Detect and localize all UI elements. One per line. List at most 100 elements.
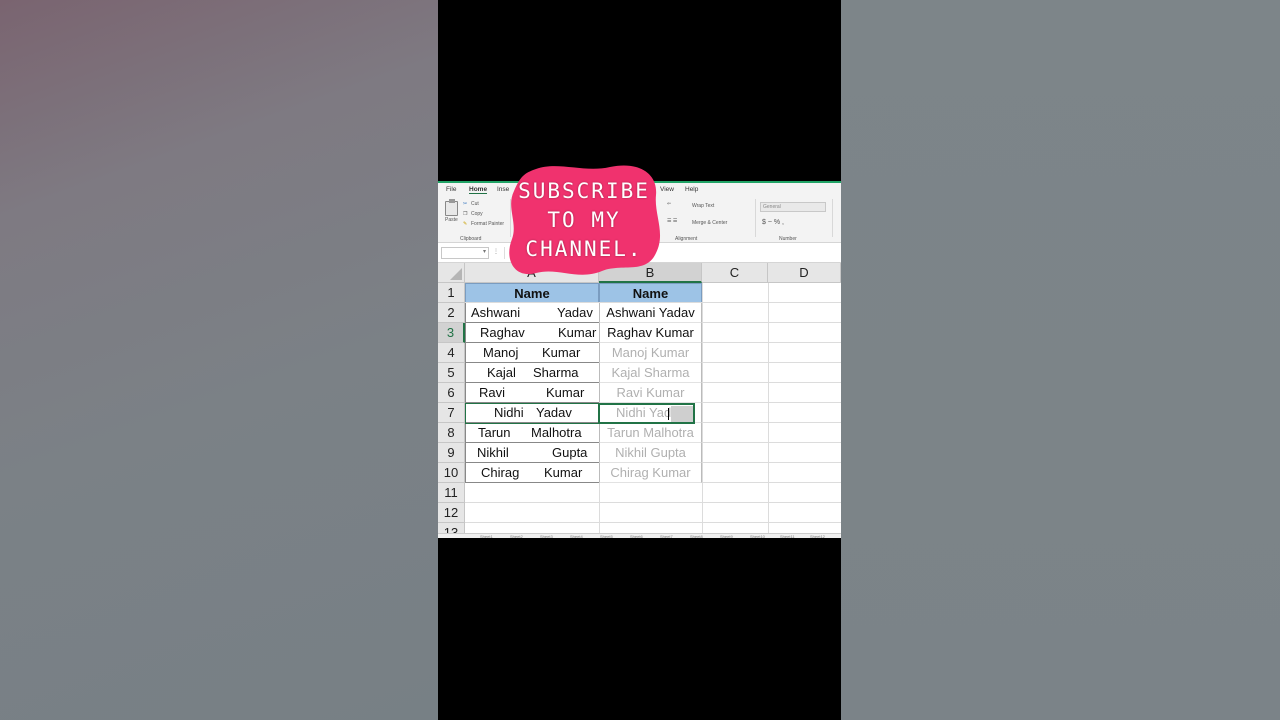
row-header-12[interactable]: 12	[438, 503, 465, 523]
row-header-6[interactable]: 6	[438, 383, 465, 403]
cell-b1[interactable]: Name	[599, 283, 702, 303]
cell-b8[interactable]: Tarun Malhotra	[599, 423, 702, 443]
last-name: Yadav	[557, 305, 593, 320]
row-header-2[interactable]: 2	[438, 303, 465, 323]
formula-bar-dots: ⋮	[493, 249, 499, 255]
last-name: Kumar	[546, 385, 585, 400]
cell-a1[interactable]: Name	[465, 283, 599, 303]
row-header-11[interactable]: 11	[438, 483, 465, 503]
copy-button[interactable]: Copy	[471, 211, 483, 217]
number-format-select[interactable]: General	[760, 202, 826, 212]
copy-icon: ❐	[463, 211, 468, 217]
cell-b5[interactable]: Kajal Sharma	[599, 363, 702, 383]
cell-a10[interactable]: Chirag Kumar	[465, 463, 599, 483]
first-name: Kajal	[487, 365, 516, 380]
merge-center-button[interactable]: Merge & Center	[692, 220, 727, 226]
blurred-background-left	[0, 0, 438, 720]
last-name: Kumar	[542, 345, 581, 360]
paste-button[interactable]: Paste	[445, 217, 458, 223]
blurred-background-right	[841, 0, 1280, 720]
row-header-5[interactable]: 5	[438, 363, 465, 383]
row-header-9[interactable]: 9	[438, 443, 465, 463]
align-icon[interactable]: ⇐	[667, 201, 671, 207]
ribbon-separator	[832, 199, 833, 237]
first-name: Manoj	[483, 345, 519, 360]
row-header-8[interactable]: 8	[438, 423, 465, 443]
last-name: Malhotra	[531, 425, 582, 440]
row-header-7[interactable]: 7	[438, 403, 465, 423]
tab-home[interactable]: Home	[469, 186, 488, 194]
tab-help[interactable]: Help	[685, 186, 698, 193]
sticker-line-3: CHANNEL.	[525, 237, 643, 261]
first-name: Nikhil	[477, 445, 509, 460]
ribbon-separator	[755, 199, 756, 237]
wrap-text-button[interactable]: Wrap Text	[692, 203, 714, 209]
clipboard-group-label: Clipboard	[460, 236, 482, 242]
indent-icon[interactable]: ☰ ☰	[667, 218, 677, 224]
cell-a6[interactable]: Ravi Kumar	[465, 383, 599, 403]
sheet-tab[interactable]: Sheet10	[750, 534, 765, 538]
first-name: Ashwani	[471, 305, 521, 320]
first-name: Raghav	[480, 325, 525, 340]
tab-view[interactable]: View	[660, 186, 674, 193]
cell-a9[interactable]: Nikhil Gupta	[465, 443, 599, 463]
column-header-c[interactable]: C	[702, 263, 768, 283]
sheet-tab[interactable]: Sheet9	[720, 534, 733, 538]
format-painter-button[interactable]: Format Painter	[471, 221, 504, 227]
cell-a4[interactable]: Manoj Kumar	[465, 343, 599, 363]
active-cell-b3[interactable]	[598, 403, 695, 424]
cell-a5[interactable]: Kajal Sharma	[465, 363, 599, 383]
number-format-buttons[interactable]: $ ~ % ,	[762, 219, 784, 226]
sheet-tab[interactable]: Sheet3	[540, 534, 553, 538]
spreadsheet-grid: A B C D Name Name 12345678910111213Ashwa…	[438, 263, 841, 538]
cell-a8[interactable]: Tarun Malhotra	[465, 423, 599, 443]
last-name: Sharma	[533, 365, 579, 380]
gridline	[465, 522, 841, 523]
sheet-tab[interactable]: Sheet12	[810, 534, 825, 538]
cell-b10[interactable]: Chirag Kumar	[599, 463, 702, 483]
row-3-highlight	[465, 403, 598, 424]
paste-icon[interactable]	[445, 199, 458, 216]
last-name: Kumar	[558, 325, 597, 340]
select-all-corner[interactable]	[438, 263, 465, 283]
tab-file[interactable]: File	[446, 186, 456, 193]
sheet-tab[interactable]: Sheet4	[570, 534, 583, 538]
sheet-tab[interactable]: Sheet7	[660, 534, 673, 538]
sheet-tab[interactable]: Sheet11	[780, 534, 795, 538]
sheet-tab-bar: Sheet1 Sheet2 Sheet3 Sheet4 Sheet5 Sheet6 Shee…	[438, 533, 841, 538]
number-format-value: General	[763, 204, 781, 210]
last-name: Gupta	[552, 445, 588, 460]
gridline	[465, 502, 841, 503]
number-group-label: Number	[779, 236, 797, 242]
cell-b9[interactable]: Nikhil Gupta	[599, 443, 702, 463]
video-frame: File Home Inse View Help Paste ✂ Cut ❐ C…	[438, 0, 841, 720]
sticker-line-1: SUBSCRIBE	[518, 179, 650, 203]
sheet-tab[interactable]: Sheet8	[690, 534, 703, 538]
cell-a3[interactable]: Raghav Kumar	[465, 323, 599, 343]
cut-button[interactable]: Cut	[471, 201, 479, 207]
sheet-tab[interactable]: Sheet2	[510, 534, 523, 538]
first-name: Tarun	[478, 425, 511, 440]
row-header-3[interactable]: 3	[438, 323, 465, 343]
row-header-1[interactable]: 1	[438, 283, 465, 303]
sheet-tab[interactable]: Sheet5	[600, 534, 613, 538]
sheet-tab[interactable]: Sheet6	[630, 534, 643, 538]
name-box[interactable]	[441, 247, 489, 259]
first-name: Ravi	[479, 385, 506, 400]
sticker-line-2: TO MY	[547, 208, 621, 232]
cell-a2[interactable]: Ashwani Yadav	[465, 303, 599, 323]
sticker-text: SUBSCRIBE TO MY CHANNEL.	[506, 177, 662, 264]
cell-b2[interactable]: Ashwani Yadav	[599, 303, 702, 323]
cell-b4[interactable]: Manoj Kumar	[599, 343, 702, 363]
column-header-d[interactable]: D	[768, 263, 841, 283]
text-cursor	[668, 408, 669, 420]
cut-icon: ✂	[463, 201, 468, 207]
sheet-tab[interactable]: Sheet1	[480, 534, 493, 538]
row-header-10[interactable]: 10	[438, 463, 465, 483]
cell-b6[interactable]: Ravi Kumar	[599, 383, 702, 403]
row-header-4[interactable]: 4	[438, 343, 465, 363]
subscribe-sticker: SUBSCRIBE TO MY CHANNEL.	[506, 163, 662, 283]
cell-b3[interactable]: Raghav Kumar	[599, 323, 702, 343]
last-name: Kumar	[544, 465, 583, 480]
first-name: Chirag	[481, 465, 520, 480]
